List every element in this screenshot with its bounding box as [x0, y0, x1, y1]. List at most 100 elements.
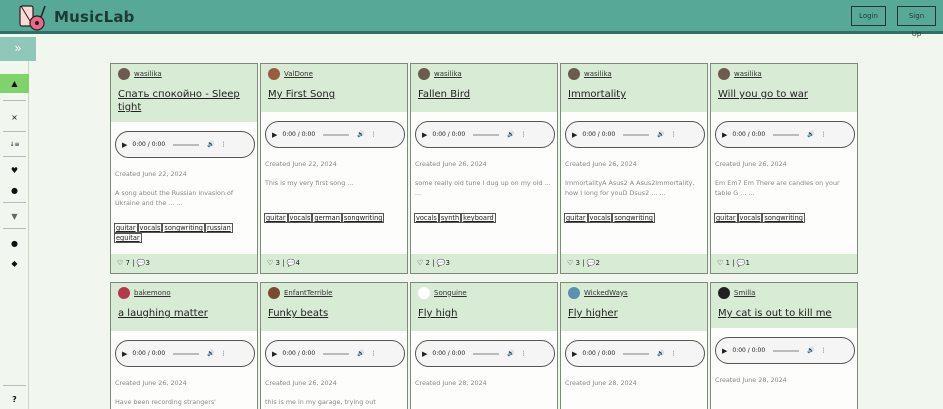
seek-bar[interactable] — [473, 352, 500, 355]
tag-chip[interactable]: guitar — [264, 213, 288, 223]
author-link[interactable]: wasilika — [718, 67, 850, 80]
audio-player[interactable]: ▶ 0:00 / 0:00 🔊 ⋮ — [265, 121, 405, 148]
login-button[interactable]: Login — [851, 6, 886, 26]
tag-chip[interactable]: eguitar — [114, 233, 142, 243]
player-menu-icon[interactable]: ⋮ — [221, 350, 227, 357]
song-title[interactable]: a laughing matter — [118, 307, 250, 331]
author-link[interactable]: bakemono — [118, 286, 250, 299]
seek-bar[interactable] — [473, 133, 500, 136]
audio-player[interactable]: ▶ 0:00 / 0:00 🔊 ⋮ — [715, 121, 855, 148]
audio-player[interactable]: ▶ 0:00 / 0:00 🔊 ⋮ — [415, 121, 555, 148]
expand-sidebar-button[interactable]: » — [0, 37, 36, 61]
song-card[interactable]: ValDone My First Song ▶ 0:00 / 0:00 🔊 ⋮ Create… — [260, 63, 408, 274]
heart-icon[interactable]: ♡ — [267, 259, 273, 267]
volume-icon[interactable]: 🔊 — [357, 131, 364, 138]
volume-icon[interactable]: 🔊 — [807, 347, 814, 354]
author-name[interactable]: wasilika — [734, 70, 762, 78]
song-title[interactable]: Will you go to war — [718, 88, 850, 112]
audio-player[interactable]: ▶ 0:00 / 0:00 🔊 ⋮ — [415, 340, 555, 367]
author-name[interactable]: ValDone — [284, 70, 313, 78]
player-menu-icon[interactable]: ⋮ — [221, 141, 227, 148]
seek-bar[interactable] — [623, 352, 650, 355]
sort-icon[interactable]: ↓≡ — [0, 137, 29, 153]
heart-icon[interactable]: ♡ — [717, 259, 723, 267]
song-card[interactable]: Smilla My cat is out to kill me ▶ 0:00 / 0:… — [710, 282, 858, 409]
heart-icon[interactable]: ♡ — [117, 259, 123, 267]
player-menu-icon[interactable]: ⋮ — [521, 350, 527, 357]
seek-bar[interactable] — [323, 133, 350, 136]
author-name[interactable]: Songuine — [434, 289, 467, 297]
tag-chip[interactable]: songwriting — [612, 213, 655, 223]
song-title[interactable]: Fly higher — [568, 307, 700, 331]
author-link[interactable]: EnfantTerrible — [268, 286, 400, 299]
tag-chip[interactable]: vocals — [287, 213, 313, 223]
play-icon[interactable]: ▶ — [572, 350, 577, 358]
tag-chip[interactable]: russian — [204, 223, 233, 233]
play-icon[interactable]: ▶ — [422, 131, 427, 139]
tag-chip[interactable]: guitar — [564, 213, 588, 223]
song-card[interactable]: wasilika Immortality ▶ 0:00 / 0:00 🔊 ⋮ Created… — [560, 63, 708, 274]
author-name[interactable]: EnfantTerrible — [284, 289, 332, 297]
tag-chip[interactable]: songwriting — [162, 223, 205, 233]
song-title[interactable]: My cat is out to kill me — [718, 307, 850, 328]
volume-icon[interactable]: 🔊 — [507, 131, 514, 138]
play-icon[interactable]: ▶ — [572, 131, 577, 139]
tag-chip[interactable]: guitar — [114, 223, 138, 233]
seek-bar[interactable] — [623, 133, 650, 136]
tag-icon[interactable]: ◆ — [0, 256, 29, 272]
tag-chip[interactable]: synth — [438, 213, 462, 223]
author-name[interactable]: wasilika — [434, 70, 462, 78]
logo-icon[interactable] — [17, 2, 47, 32]
volume-icon[interactable]: 🔊 — [207, 350, 214, 357]
author-name[interactable]: bakemono — [134, 289, 171, 297]
volume-icon[interactable]: 🔊 — [657, 131, 664, 138]
seek-bar[interactable] — [773, 349, 800, 352]
player-menu-icon[interactable]: ⋮ — [671, 131, 677, 138]
comment-icon[interactable]: 💬 — [137, 259, 146, 267]
song-title[interactable]: Immortality — [568, 88, 700, 112]
player-menu-icon[interactable]: ⋮ — [821, 131, 827, 138]
tag-chip[interactable]: songwriting — [341, 213, 385, 223]
song-card[interactable]: wasilika Спать спокойно - Sleep tight ▶ 0:0… — [110, 63, 258, 274]
volume-icon[interactable]: 🔊 — [207, 141, 214, 148]
song-title[interactable]: Fallen Bird — [418, 88, 550, 112]
song-card[interactable]: wasilika Will you go to war ▶ 0:00 / 0:00 🔊 ⋮… — [710, 63, 858, 274]
player-menu-icon[interactable]: ⋮ — [371, 350, 377, 357]
seek-bar[interactable] — [173, 352, 200, 355]
play-icon[interactable]: ▶ — [722, 131, 727, 139]
song-card[interactable]: EnfantTerrible Funky beats ▶ 0:00 / 0:00 🔊 ⋮ C… — [260, 282, 408, 409]
tag-chip[interactable]: vocals — [587, 213, 613, 223]
author-link[interactable]: wasilika — [568, 67, 700, 80]
comment-icon[interactable]: 💬 — [437, 259, 446, 267]
brand-name[interactable]: MusicLab — [54, 8, 135, 26]
heart-icon[interactable]: ♡ — [417, 259, 423, 267]
audio-player[interactable]: ▶ 0:00 / 0:00 🔊 ⋮ — [565, 340, 705, 367]
seek-bar[interactable] — [773, 133, 800, 136]
player-menu-icon[interactable]: ⋮ — [821, 347, 827, 354]
author-link[interactable]: wasilika — [118, 67, 250, 80]
audio-player[interactable]: ▶ 0:00 / 0:00 🔊 ⋮ — [115, 131, 255, 158]
play-icon[interactable]: ▶ — [722, 347, 727, 355]
play-icon[interactable]: ▶ — [122, 350, 127, 358]
play-icon[interactable]: ▶ — [122, 141, 127, 149]
author-name[interactable]: WickedWays — [584, 289, 628, 297]
author-link[interactable]: ValDone — [268, 67, 400, 80]
tag-chip[interactable]: guitar — [714, 213, 738, 223]
heart-icon[interactable]: ♥ — [0, 163, 29, 179]
audio-player[interactable]: ▶ 0:00 / 0:00 🔊 ⋮ — [115, 340, 255, 367]
song-title[interactable]: Спать спокойно - Sleep tight — [118, 88, 250, 122]
song-card[interactable]: WickedWays Fly higher ▶ 0:00 / 0:00 🔊 ⋮ Create… — [560, 282, 708, 409]
player-menu-icon[interactable]: ⋮ — [371, 131, 377, 138]
author-link[interactable]: Smilla — [718, 286, 850, 299]
heart-icon[interactable]: ♡ — [567, 259, 573, 267]
author-link[interactable]: WickedWays — [568, 286, 700, 299]
audio-player[interactable]: ▶ 0:00 / 0:00 🔊 ⋮ — [265, 340, 405, 367]
author-name[interactable]: wasilika — [134, 70, 162, 78]
tag-chip[interactable]: german — [312, 213, 342, 223]
comment-icon[interactable]: 💬 — [737, 259, 746, 267]
author-link[interactable]: wasilika — [418, 67, 550, 80]
player-menu-icon[interactable]: ⋮ — [671, 350, 677, 357]
play-icon[interactable]: ▶ — [272, 350, 277, 358]
volume-icon[interactable]: 🔊 — [357, 350, 364, 357]
tag-chip[interactable]: keyboard — [461, 213, 496, 223]
